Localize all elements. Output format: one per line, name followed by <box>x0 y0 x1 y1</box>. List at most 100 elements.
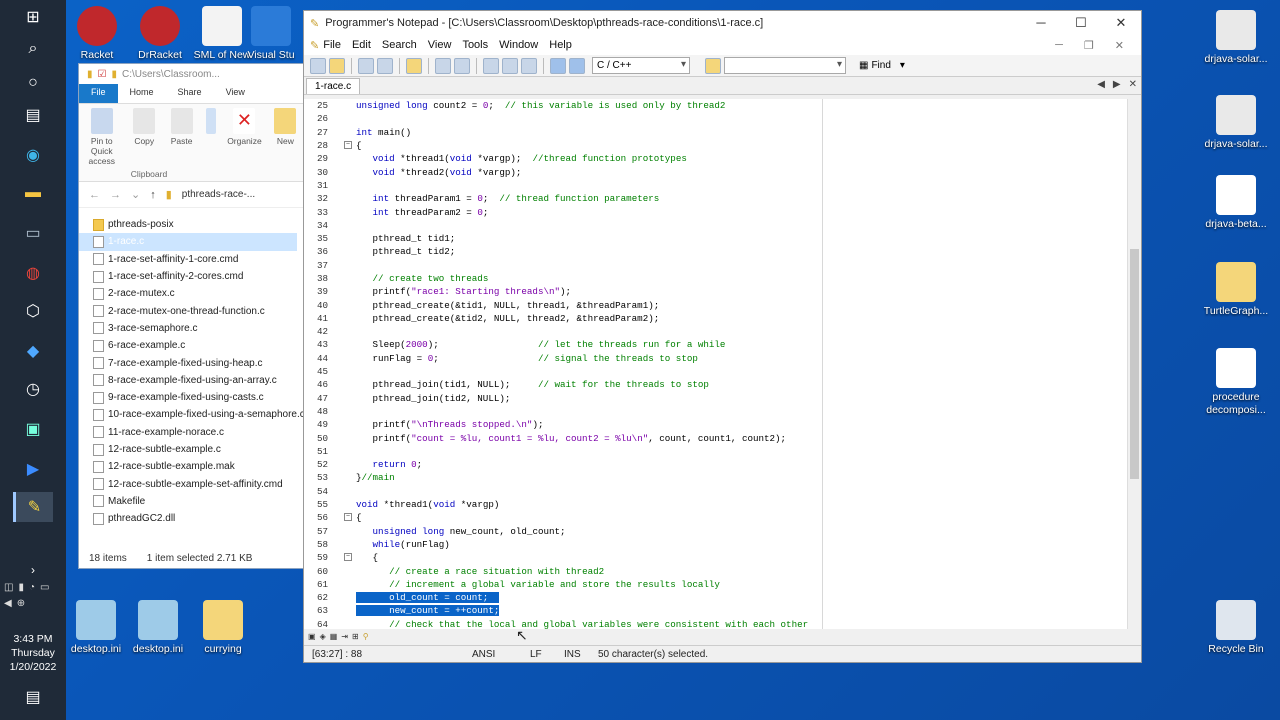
desktop-icon-drjava-beta[interactable]: drjava-beta... <box>1200 175 1272 231</box>
organize-button[interactable]: ✕ Organize <box>227 108 262 177</box>
checkbox-icon[interactable]: ☑ <box>98 69 107 80</box>
tab-share[interactable]: Share <box>166 84 214 103</box>
edge-browser-icon[interactable]: ◉ <box>13 140 53 170</box>
vertical-scrollbar[interactable] <box>1127 99 1141 629</box>
menu-search[interactable]: Search <box>382 39 417 51</box>
output-icon[interactable]: ▣ <box>308 632 316 641</box>
tab-home[interactable]: Home <box>118 84 166 103</box>
menu-tools[interactable]: Tools <box>462 39 488 51</box>
desktop-icon-visual-studio[interactable]: Visual Stu <box>240 6 302 62</box>
desktop-icon-desktop-ini-2[interactable]: desktop.ini <box>122 600 194 656</box>
list-item[interactable]: 9-race-example-fixed-using-casts.c <box>79 389 303 406</box>
menu-window[interactable]: Window <box>499 39 538 51</box>
language-select[interactable]: C / C++ <box>592 57 690 74</box>
search-icon[interactable]: ⌕ <box>13 34 53 64</box>
menu-view[interactable]: View <box>428 39 452 51</box>
list-item[interactable]: 12-race-subtle-example-set-affinity.cmd <box>79 475 303 492</box>
text-clips-icon[interactable]: ⊞ <box>352 632 359 641</box>
tab-1-race-c[interactable]: 1-race.c <box>306 77 361 94</box>
list-item[interactable]: 11-race-example-norace.c <box>79 424 303 441</box>
open-file-icon[interactable] <box>329 57 345 74</box>
cortana-icon[interactable]: ○ <box>13 68 53 98</box>
breadcrumb[interactable]: pthreads-race-... <box>182 189 255 200</box>
copy-icon[interactable] <box>502 57 518 74</box>
programmers-notepad-taskbar-icon[interactable]: ✎ <box>13 492 53 522</box>
scripts-icon[interactable]: ⚲ <box>363 632 369 641</box>
windows-start-icon[interactable]: ⊞ <box>13 2 53 32</box>
menu-edit[interactable]: Edit <box>352 39 371 51</box>
cube-app-icon[interactable]: ⬡ <box>13 296 53 326</box>
terminal-app-icon[interactable]: ▣ <box>13 414 53 444</box>
tab-close-icon[interactable]: ✕ <box>1129 79 1137 90</box>
mdi-close-icon[interactable]: ✕ <box>1115 39 1124 52</box>
minimize-button[interactable]: ─ <box>1021 15 1061 31</box>
wifi-icon[interactable]: ◔ <box>29 582 35 593</box>
list-item[interactable]: 6-race-example.c <box>79 337 303 354</box>
line-numbers-icon[interactable] <box>550 57 566 74</box>
zoom-app-icon[interactable]: ▶ <box>13 454 53 484</box>
desktop-icon-drjava-solar-2[interactable]: drjava-solar... <box>1200 95 1272 151</box>
monitor-app-icon[interactable]: ▭ <box>13 218 53 248</box>
pin-to-quick-access-button[interactable]: Pin to Quick access <box>83 108 121 177</box>
list-item[interactable]: 12-race-subtle-example.mak <box>79 458 303 475</box>
list-item[interactable]: pthreads-posix <box>79 216 303 233</box>
tab-scroll-left-icon[interactable]: ◀ <box>1097 79 1105 90</box>
chrome-browser-icon[interactable]: ◍ <box>13 258 53 288</box>
word-wrap-icon[interactable] <box>569 57 585 74</box>
desktop-icon-turtlegraph[interactable]: TurtleGraph... <box>1200 262 1272 318</box>
cut-copypath-buttons[interactable] <box>205 108 217 177</box>
network-icon[interactable]: ◫ <box>4 582 13 593</box>
desktop-icon-recycle-bin[interactable]: Recycle Bin <box>1200 600 1272 656</box>
redo-icon[interactable] <box>454 57 470 74</box>
list-item[interactable]: 12-race-subtle-example.c <box>79 441 303 458</box>
list-item[interactable]: 8-race-example-fixed-using-an-array.c <box>79 372 303 389</box>
open-folder-icon[interactable] <box>406 57 422 74</box>
find-button[interactable]: ▦ Find ▾ <box>859 60 905 71</box>
list-item-selected[interactable]: 1-race.c <box>79 233 297 251</box>
find-input[interactable] <box>724 57 846 74</box>
code-editor[interactable]: 25 unsigned long count2 = 0; // this vari… <box>304 99 1141 629</box>
mdi-restore-icon[interactable]: ❐ <box>1084 39 1094 52</box>
display-icon[interactable]: ▭ <box>40 582 49 593</box>
cut-icon[interactable] <box>483 57 499 74</box>
undo-icon[interactable] <box>435 57 451 74</box>
list-item[interactable]: 2-race-mutex.c <box>79 285 303 302</box>
droplet-app-icon[interactable]: ◆ <box>13 336 53 366</box>
recent-dropdown-icon[interactable]: ⌄ <box>131 188 140 201</box>
menu-help[interactable]: Help <box>549 39 572 51</box>
tab-file[interactable]: File <box>79 84 118 103</box>
tab-scroll-right-icon[interactable]: ▶ <box>1113 79 1121 90</box>
task-view-icon[interactable]: ▤ <box>13 100 53 130</box>
desktop-icon-racket[interactable]: Racket <box>61 6 133 62</box>
mdi-minimize-icon[interactable]: ─ <box>1055 39 1063 52</box>
show-hidden-icons-icon[interactable]: › <box>13 555 53 585</box>
save-all-icon[interactable] <box>377 57 393 74</box>
forward-arrow-icon[interactable]: → <box>110 189 121 201</box>
file-explorer-icon[interactable]: ▬ <box>13 178 53 208</box>
tab-view[interactable]: View <box>214 84 257 103</box>
copy-button[interactable]: Copy <box>131 108 158 177</box>
find-in-files-icon[interactable] <box>705 57 721 74</box>
taskbar-time[interactable]: 3:43 PM <box>0 632 66 646</box>
list-item[interactable]: 7-race-example-fixed-using-heap.c <box>79 354 303 371</box>
list-item[interactable]: 3-race-semaphore.c <box>79 320 303 337</box>
back-arrow-icon[interactable]: ← <box>89 189 100 201</box>
maximize-button[interactable]: ☐ <box>1061 15 1101 31</box>
desktop-icon-drjava-solar-1[interactable]: drjava-solar... <box>1200 10 1272 66</box>
up-arrow-icon[interactable]: ↑ <box>150 189 156 201</box>
scrollbar-thumb[interactable] <box>1130 249 1139 479</box>
list-item[interactable]: 1-race-set-affinity-2-cores.cmd <box>79 268 303 285</box>
close-button[interactable]: ✕ <box>1101 15 1141 31</box>
find-results-icon[interactable]: ◈ <box>320 632 326 641</box>
list-item[interactable]: 10-race-example-fixed-using-a-semaphore.… <box>79 406 303 423</box>
menu-file[interactable]: File <box>323 39 341 51</box>
list-item[interactable]: pthreadGC2.dll <box>79 510 303 527</box>
paste-icon[interactable] <box>521 57 537 74</box>
list-item[interactable]: Makefile <box>79 493 303 510</box>
notification-center-icon[interactable]: ▤ <box>13 682 53 712</box>
usb-icon[interactable]: ▮ <box>18 582 24 593</box>
taskbar-day[interactable]: Thursday <box>0 646 66 660</box>
language-icon[interactable]: ⊕ <box>17 598 25 609</box>
list-item[interactable]: 2-race-mutex-one-thread-function.c <box>79 302 303 319</box>
taskbar-date[interactable]: 1/20/2022 <box>0 660 66 674</box>
